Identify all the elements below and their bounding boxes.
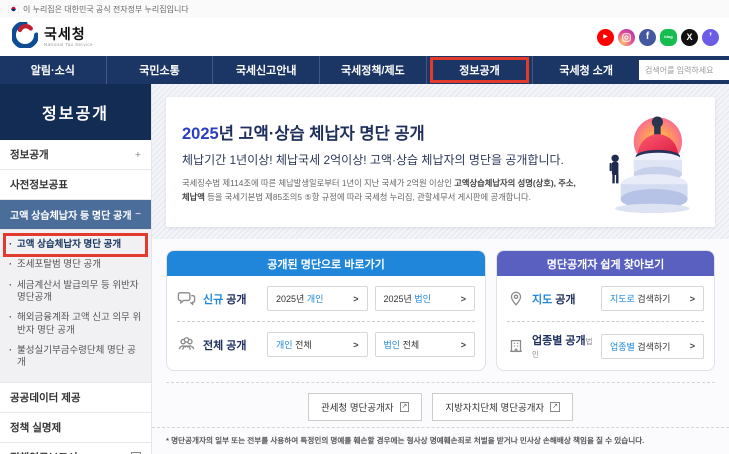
people-group-icon [177,335,196,354]
bottom-links: 관세청 명단공개자 ↗ 지방자치단체 명단공개자 ↗ [166,382,715,421]
legal-footnote: * 명단공개자의 일부 또는 전부를 사용하여 특정인의 명예를 훼손할 경우에… [152,427,729,454]
logo-text: 국세청 National Tax Service [44,27,93,48]
sidebar-subitem-tax-evaders[interactable]: 조세포탈범 명단 공개 [0,255,151,275]
facebook-icon[interactable]: f [639,29,656,46]
sidebar-section-label: 고액 상습체납자 등 명단 공개 [10,207,132,222]
youtube-icon[interactable]: ▶ [597,29,614,46]
link-individual-all[interactable]: 개인 전체 > [267,332,368,357]
nav-item-info-disclosure[interactable]: 정보공개 [426,56,533,84]
nav-item-about-nts[interactable]: 국세청 소개 [532,56,639,84]
expand-plus-icon[interactable]: + [135,149,141,161]
social-links: ▶ f blog X ’ [597,29,719,46]
kakaostory-icon[interactable]: ’ [702,29,719,46]
sidebar-subitem-invoice-violators[interactable]: 세금계산서 발급의무 등 위반자 명단공개 [0,276,151,309]
banner-desc-part2: 등을 국세기본법 제85조의5 ⑤항 규정에 따라 국세청 누리집, 관할세무서… [205,192,531,202]
banner-desc-part1: 국세징수법 제114조에 따른 체납발생일로부터 1년이 지난 국세가 2억원 … [182,178,454,188]
nts-logo[interactable]: 국세청 National Tax Service [12,22,93,53]
link-2025-individual[interactable]: 2025년 개인 > [267,286,368,311]
new-disclosure-row: 신규 공개 2025년 개인 > 2025년 법인 > [167,276,485,321]
nav-item-tax-filing[interactable]: 국세신고안내 [212,56,319,84]
external-link-icon: ↗ [550,402,560,412]
sidebar-item-pre-disclosure[interactable]: 사전정보공표 [0,170,151,200]
link-corporate-all[interactable]: 법인 전체 > [375,332,476,357]
page-title-year: 2025 [182,125,219,143]
all-disclosure-label: 전체 공개 [203,337,260,353]
nav-item-communication[interactable]: 국민소통 [106,56,213,84]
sidebar-item-policy-report[interactable]: 정책연구보고서 ↗ [0,443,151,454]
chevron-right-icon: > [461,294,466,304]
link-2025-corporate[interactable]: 2025년 법인 > [375,286,476,311]
local-government-list-link[interactable]: 지방자치단체 명단공개자 ↗ [432,393,573,421]
chevron-right-icon: > [353,294,358,304]
search-input[interactable] [639,60,729,80]
new-disclosure-label: 신규 공개 [203,291,260,307]
logo-title: 국세청 [44,27,93,41]
industry-disclosure-row: 업종별 공개법인 업종별 검색하기 > [497,322,714,370]
link-search-by-industry[interactable]: 업종별 검색하기 > [601,334,704,359]
map-disclosure-row: 지도 공개 지도로 검색하기 > [497,276,714,321]
page-title: 2025년 고액·상습 체납자 명단 공개 [182,120,581,144]
nav-item-info-disclosure-label: 정보공개 [459,62,499,78]
banner-text: 2025년 고액·상습 체납자 명단 공개 체납기간 1년이상! 체납국세 2억… [182,120,581,204]
sidebar-submenu: 고액 상습체납자 명단 공개 조세포탈범 명단 공개 세금계산서 발급의무 등 … [0,230,151,383]
sidebar-item-info-disclosure[interactable]: 정보공개 + [0,140,151,170]
banner-zone: 2025년 고액·상습 체납자 명단 공개 체납기간 1년이상! 체납국세 2억… [152,84,729,239]
disclosed-list-card-title: 공개된 명단으로 바로가기 [167,251,485,276]
sidebar-item-label: 정보공개 [10,147,49,162]
sidebar-item-label: 사전정보공표 [10,177,68,192]
sidebar-subitem-foreign-account-violators[interactable]: 해외금융계좌 고액 신고 의무 위반자 명단 공개 [0,308,151,341]
all-disclosure-row: 전체 공개 개인 전체 > 법인 전체 > [167,322,485,367]
chevron-right-icon: > [461,340,466,350]
external-link-icon: ↗ [400,402,410,412]
sidebar-subitem-habitual-delinquents[interactable]: 고액 상습체납자 명단 공개 [0,235,151,255]
chevron-right-icon: > [690,294,695,304]
map-pin-icon [507,290,525,308]
banner-description: 국세징수법 제114조에 따른 체납발생일로부터 1년이 지난 국세가 2억원 … [182,177,581,204]
easy-find-card: 명단공개자 쉽게 찾아보기 지도 공개 지도로 검색하기 [496,250,715,371]
disclosed-list-card: 공개된 명단으로 바로가기 신규 공개 2025년 개인 [166,250,486,371]
sidebar-subitem-label: 고액 상습체납자 명단 공개 [17,239,121,250]
sidebar-section-delinquent-lists[interactable]: 고액 상습체납자 등 명단 공개 − [0,200,151,230]
sidebar-item-policy-real-name[interactable]: 정책 실명제 [0,413,151,443]
chevron-right-icon: > [690,341,695,351]
sidebar-subitem-dishonest-donee-orgs[interactable]: 불성실기부금수령단체 명단 공개 [0,341,151,374]
main-nav: 알림·소식 국민소통 국세신고안내 국세정책/제도 정보공개 국세청 소개 [0,56,729,84]
instagram-icon[interactable] [618,29,635,46]
chat-bubbles-icon [177,289,196,308]
siren-illustration [587,110,699,214]
collapse-minus-icon[interactable]: − [135,209,141,220]
nav-item-news[interactable]: 알림·소식 [0,56,106,84]
korea-flag-icon [8,5,19,13]
sidebar: 정보공개 정보공개 + 사전정보공표 고액 상습체납자 등 명단 공개 − 고액… [0,84,152,454]
link-search-by-map[interactable]: 지도로 검색하기 > [601,286,704,311]
blog-icon[interactable]: blog [660,29,677,46]
sidebar-item-label: 정책연구보고서 [10,450,78,454]
content-area: 정보공개 정보공개 + 사전정보공표 고액 상습체납자 등 명단 공개 − 고액… [0,84,729,454]
easy-find-card-title: 명단공개자 쉽게 찾아보기 [497,251,714,276]
logo-subtitle: National Tax Service [44,43,93,48]
page-title-rest: 년 고액·상습 체납자 명단 공개 [219,125,425,143]
gov-banner: 이 누리집은 대한민국 공식 전자정부 누리집입니다 [0,0,729,18]
site-header: 국세청 National Tax Service ▶ f blog X ’ [0,18,729,56]
industry-disclosure-label: 업종별 공개법인 [532,332,594,360]
sidebar-item-public-data[interactable]: 공공데이터 제공 [0,383,151,413]
sidebar-title: 정보공개 [0,84,151,140]
map-disclosure-label: 지도 공개 [532,291,594,307]
banner-subtitle: 체납기간 1년이상! 체납국세 2억이상! 고액·상습 체납자의 명단을 공개합… [182,151,581,168]
x-twitter-icon[interactable]: X [681,29,698,46]
main-panel: 2025년 고액·상습 체납자 명단 공개 체납기간 1년이상! 체납국세 2억… [152,84,729,454]
nts-logo-icon [12,22,38,53]
building-icon [507,337,525,355]
sidebar-item-label: 정책 실명제 [10,420,61,435]
nts-website: 이 누리집은 대한민국 공식 전자정부 누리집입니다 국세청 National … [0,0,729,454]
sidebar-item-label: 공공데이터 제공 [10,390,81,405]
chevron-right-icon: > [353,340,358,350]
nav-item-tax-policy[interactable]: 국세정책/제도 [319,56,426,84]
banner-card: 2025년 고액·상습 체납자 명단 공개 체납기간 1년이상! 체납국세 2억… [166,97,715,227]
gov-banner-text: 이 누리집은 대한민국 공식 전자정부 누리집입니다 [23,4,189,15]
customs-service-list-link[interactable]: 관세청 명단공개자 ↗ [308,393,422,421]
cards-row: 공개된 명단으로 바로가기 신규 공개 2025년 개인 [152,239,729,371]
